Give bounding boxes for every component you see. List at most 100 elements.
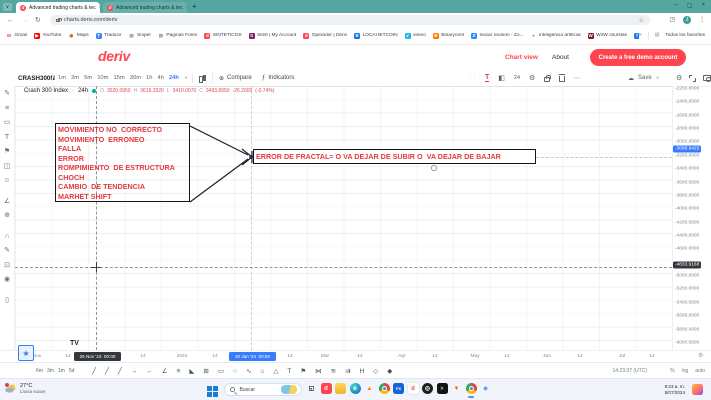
drawing-tool-button[interactable]: → xyxy=(131,368,138,375)
taskbar-app-icon[interactable] xyxy=(466,383,477,394)
sidebar-tool-icon[interactable]: T xyxy=(5,134,9,141)
font-size-selector[interactable]: 24 xyxy=(514,75,520,81)
settings-gear-icon[interactable]: ⚙ xyxy=(529,74,535,82)
bookmark-item[interactable]: ● inteligencia artificial xyxy=(531,33,581,39)
sidebar-tool-icon[interactable]: ⊕ xyxy=(4,212,10,219)
bookmark-item[interactable]: ▤ Paginas Forex xyxy=(158,33,197,39)
interval-button[interactable]: 10m xyxy=(97,75,108,81)
range-preset-button[interactable]: 1m xyxy=(58,368,65,374)
drawing-tool-button[interactable]: △ xyxy=(273,367,278,375)
drawing-tool-button[interactable]: ⇉ xyxy=(345,367,350,375)
favorite-tools-button[interactable]: ★ xyxy=(18,345,34,361)
taskbar-app-icon[interactable]: FX xyxy=(393,383,404,394)
taskbar-app-icon[interactable]: ▼ xyxy=(451,383,462,394)
drawing-tool-button[interactable]: ⋈ xyxy=(315,367,322,375)
forward-button[interactable]: → xyxy=(21,17,28,24)
interval-button[interactable]: 5m xyxy=(84,75,92,81)
drawing-tool-button[interactable]: ≡ xyxy=(177,368,181,375)
taskbar-app-icon[interactable]: d xyxy=(408,383,419,394)
back-button[interactable]: ← xyxy=(7,17,14,24)
drawing-tool-button[interactable]: ⌂ xyxy=(260,368,264,375)
compare-button[interactable]: ⊕ Compare xyxy=(219,75,252,82)
auto-scale-button[interactable]: auto xyxy=(695,368,705,374)
sidebar-tool-icon[interactable]: ✎ xyxy=(4,247,10,254)
sidebar-tool-icon[interactable]: ≡ xyxy=(5,105,9,112)
text-color-tool[interactable]: T xyxy=(485,74,489,82)
nav-chart-view[interactable]: Chart view xyxy=(505,54,538,61)
site-lock-icon[interactable] xyxy=(56,19,60,22)
drawing-tool-button[interactable]: ◣ xyxy=(189,367,194,375)
taskbar-app-icon[interactable]: d xyxy=(321,383,332,394)
bookmark-item[interactable]: ▤ Sniper xyxy=(129,33,151,39)
drawing-tool-button[interactable]: ○ xyxy=(233,368,237,375)
taskbar-app-icon[interactable] xyxy=(379,383,390,394)
drawing-tool-button[interactable]: H xyxy=(360,368,365,375)
bookmark-item[interactable]: S Skrill | My Account xyxy=(249,33,297,39)
bookmark-item[interactable]: d SINTETICOS xyxy=(204,33,241,39)
bookmark-item[interactable]: ◉ Maps xyxy=(68,33,88,39)
bookmark-item[interactable]: T Traducir xyxy=(96,33,122,39)
sidebar-tool-icon[interactable]: ⚑ xyxy=(4,148,10,155)
more-options-icon[interactable]: ⋯ xyxy=(574,75,580,82)
interval-button[interactable]: 1h xyxy=(146,75,152,81)
sidebar-tool-icon[interactable]: ◉ xyxy=(4,276,10,283)
taskbar-app-icon[interactable]: ◎ xyxy=(422,383,433,394)
drawing-tool-button[interactable]: ⚑ xyxy=(300,367,306,375)
taskbar-clock[interactable]: 9:23 a. m. 5/07/2024 xyxy=(665,384,685,395)
drawing-tool-button[interactable]: ≋ xyxy=(331,367,336,375)
bookmark-item[interactable]: v vimeo xyxy=(405,33,426,39)
browser-tab-active[interactable]: d Advanced trading charts & tec × xyxy=(16,2,100,13)
reload-button[interactable]: ↻ xyxy=(35,16,41,24)
start-button[interactable] xyxy=(207,384,218,400)
browser-tab-inactive[interactable]: d Advanced trading charts & tec × xyxy=(103,2,187,13)
bookmark-item[interactable]: Z Iniciar reunión - Zo... xyxy=(471,33,524,39)
annotation-drag-handle[interactable] xyxy=(431,165,437,171)
bookmark-item[interactable]: ▶ YouTube xyxy=(34,33,61,39)
new-tab-button[interactable]: + xyxy=(192,3,197,11)
tab-close-icon[interactable]: × xyxy=(186,5,187,11)
nav-about[interactable]: About xyxy=(552,54,569,61)
drawing-tool-button[interactable]: ∠ xyxy=(162,367,168,375)
drawing-tool-button[interactable]: ⊞ xyxy=(203,367,208,375)
interval-button[interactable]: 1m xyxy=(58,75,66,81)
address-bar[interactable]: charts.deriv.com/deriv ☆ xyxy=(50,15,650,25)
text-annotation-box[interactable]: MOVIMIENTO NO CORRECTO MOVIMIENTO ERRONE… xyxy=(55,123,190,202)
range-preset-button[interactable]: 3m xyxy=(47,368,54,374)
bookmark-star-icon[interactable]: ☆ xyxy=(639,17,644,24)
bookmark-item[interactable]: M Gmail xyxy=(6,33,27,39)
drawing-tool-button[interactable]: ← xyxy=(146,368,153,375)
drag-handle-icon[interactable]: ⋮⋮ xyxy=(468,75,476,81)
taskbar-app-icon[interactable]: ◱ xyxy=(306,383,317,394)
taskbar-weather-widget[interactable]: 27°C Lluvia suave xyxy=(4,382,46,395)
taskbar-app-icon[interactable]: ◈ xyxy=(480,383,491,394)
range-preset-button[interactable]: 5d xyxy=(69,368,75,374)
log-scale-button[interactable]: log xyxy=(682,368,689,374)
interval-button[interactable]: 4h xyxy=(157,75,163,81)
drawing-tool-button[interactable]: T xyxy=(287,368,291,375)
sidebar-tool-icon[interactable]: ◫ xyxy=(4,163,11,170)
drawing-tool-button[interactable]: ╱ xyxy=(105,367,109,375)
drawing-tool-button[interactable]: ╱ xyxy=(118,367,122,375)
tab-search-icon[interactable]: ∨ xyxy=(3,3,12,11)
lock-icon[interactable] xyxy=(544,77,550,82)
sidebar-tool-icon[interactable]: ∠ xyxy=(4,198,10,205)
fill-color-icon[interactable]: ◧ xyxy=(498,74,505,82)
save-button[interactable]: ☁ Save ∨ xyxy=(628,75,659,82)
sidebar-tool-icon[interactable]: ▭ xyxy=(4,119,11,126)
percent-scale-button[interactable]: % xyxy=(670,368,674,374)
trash-icon[interactable] xyxy=(559,76,565,82)
symbol-button[interactable]: CRASH300N xyxy=(18,75,55,82)
taskbar-search-box[interactable]: Buscar xyxy=(224,383,302,396)
interval-button[interactable]: 30m xyxy=(130,75,141,81)
sidebar-tool-icon[interactable]: ▯ xyxy=(5,297,9,304)
interval-button[interactable]: 24h xyxy=(169,75,179,81)
bookmark-item[interactable]: W WoW cburslas xyxy=(588,33,627,39)
bookmarks-overflow-icon[interactable]: » xyxy=(639,33,642,38)
price-axis[interactable]: -2200.0000 -2400.0000 -2600.0000 -2800.0… xyxy=(672,0,711,400)
chart-type-icon[interactable] xyxy=(198,74,206,83)
range-preset-button[interactable]: 6m xyxy=(36,368,43,374)
symbol-name[interactable]: Crash 300 Index xyxy=(24,88,68,94)
sidebar-tool-icon[interactable]: ∩ xyxy=(4,233,9,240)
taskbar-app-icon[interactable]: > xyxy=(437,383,448,394)
bookmark-item[interactable]: B Binarycent xyxy=(433,33,464,39)
